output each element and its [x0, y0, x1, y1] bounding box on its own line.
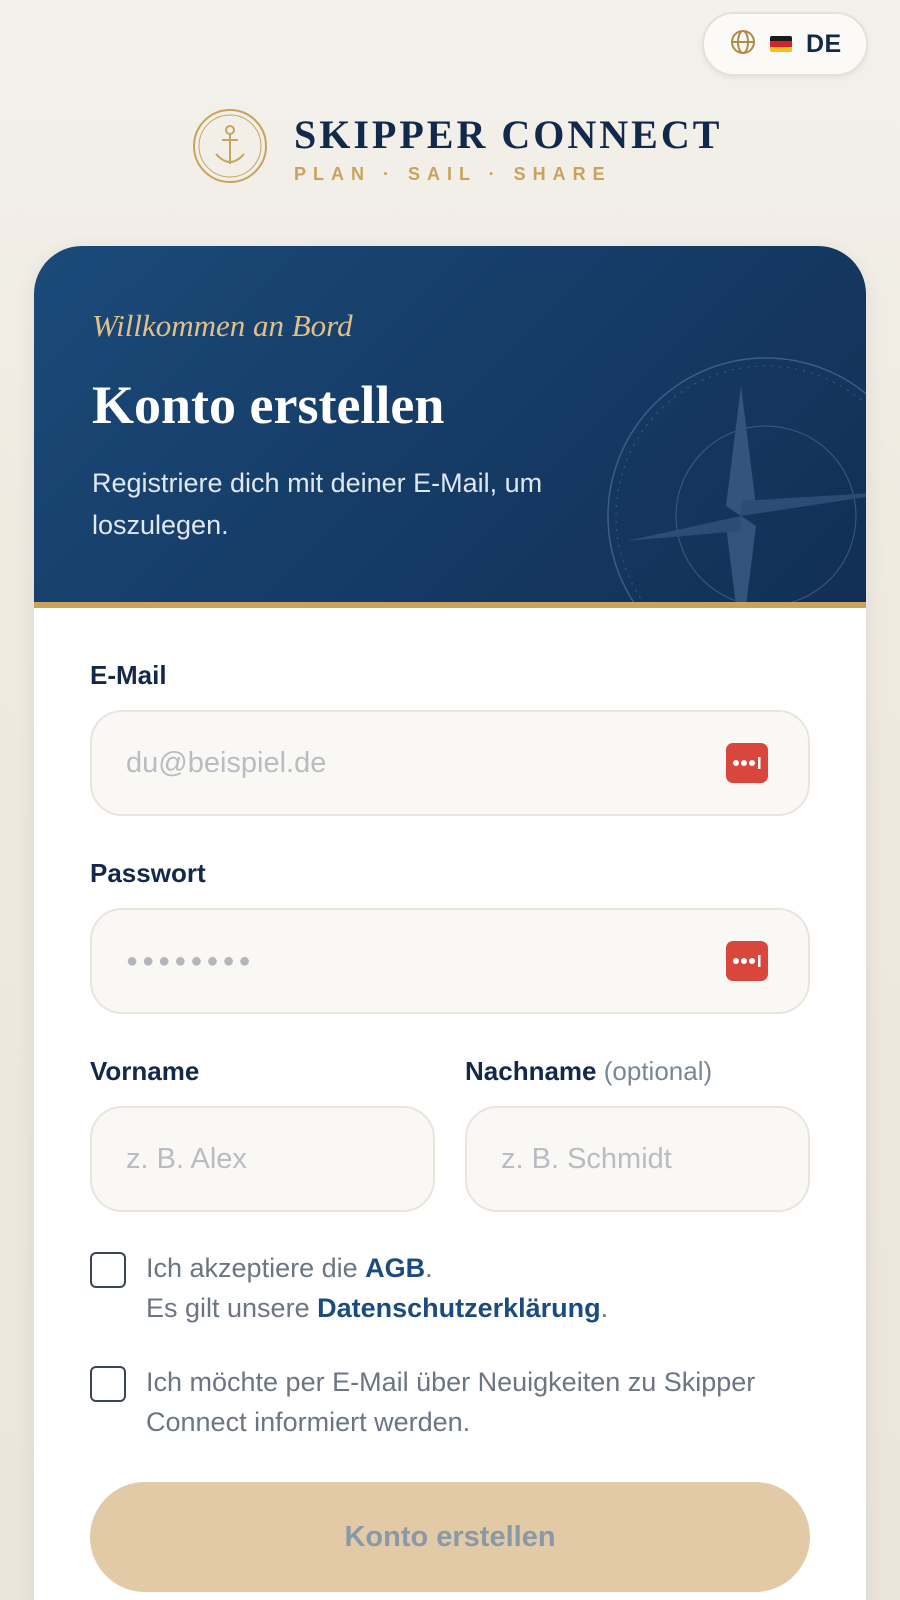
- password-manager-icon[interactable]: [726, 743, 768, 783]
- last-name-group: Nachname (optional): [465, 1054, 810, 1212]
- newsletter-text: Ich möchte per E-Mail über Neuigkeiten z…: [146, 1367, 756, 1437]
- first-name-label: Vorname: [90, 1056, 200, 1086]
- last-name-label: Nachname (optional): [465, 1054, 810, 1088]
- first-name-wrapper: [90, 1106, 435, 1212]
- brand-tagline: PLAN · SAIL · SHARE: [294, 164, 612, 184]
- terms-suffix: .: [425, 1253, 433, 1283]
- language-switcher[interactable]: DE: [702, 12, 868, 76]
- agb-link[interactable]: AGB: [365, 1253, 425, 1283]
- language-code: DE: [806, 29, 842, 58]
- email-field[interactable]: [126, 746, 726, 780]
- welcome-text: Willkommen an Bord: [92, 308, 353, 343]
- terms-checkbox[interactable]: [90, 1252, 126, 1288]
- email-label: E-Mail: [90, 660, 167, 690]
- last-name-wrapper: [465, 1106, 810, 1212]
- newsletter-consent: Ich möchte per E-Mail über Neuigkeiten z…: [90, 1362, 810, 1442]
- name-row: Vorname Nachname (optional): [90, 1054, 810, 1212]
- privacy-suffix: .: [600, 1293, 609, 1323]
- privacy-link[interactable]: Datenschutzerklärung: [317, 1293, 601, 1323]
- card-header: Willkommen an Bord Konto erstellen Regis…: [34, 246, 866, 608]
- password-field[interactable]: ●●●●●●●●: [90, 908, 810, 1014]
- last-name-field[interactable]: [501, 1142, 768, 1176]
- brand-name: SKIPPER CONNECT: [294, 112, 723, 157]
- terms-text: Ich akzeptiere die AGB. Es gilt unsere D…: [146, 1248, 608, 1328]
- email-field-wrapper: [90, 710, 810, 816]
- password-manager-icon[interactable]: [726, 941, 768, 981]
- page-subtitle: Registriere dich mit deiner E-Mail, um l…: [92, 468, 543, 540]
- german-flag-icon: [770, 36, 792, 52]
- terms-prefix: Ich akzeptiere die: [146, 1253, 366, 1283]
- last-name-label-text: Nachname: [465, 1056, 597, 1086]
- anchor-icon: [192, 108, 268, 189]
- optional-hint: (optional): [603, 1056, 713, 1086]
- globe-icon: [730, 29, 756, 60]
- password-label: Passwort: [90, 858, 206, 888]
- privacy-prefix: Es gilt unsere: [146, 1293, 318, 1323]
- brand-header: SKIPPER CONNECT PLAN · SAIL · SHARE: [192, 108, 722, 189]
- newsletter-checkbox[interactable]: [90, 1366, 126, 1402]
- password-placeholder: ●●●●●●●●: [126, 949, 255, 972]
- terms-consent: Ich akzeptiere die AGB. Es gilt unsere D…: [90, 1248, 810, 1328]
- first-name-field[interactable]: [126, 1142, 393, 1176]
- compass-rose-icon: [607, 357, 866, 608]
- first-name-group: Vorname: [90, 1054, 435, 1212]
- create-account-button[interactable]: Konto erstellen: [90, 1482, 810, 1592]
- signup-card: Willkommen an Bord Konto erstellen Regis…: [34, 246, 866, 1600]
- signup-form: E-Mail Passwort ●●●●●●●● Vorname: [34, 608, 866, 1592]
